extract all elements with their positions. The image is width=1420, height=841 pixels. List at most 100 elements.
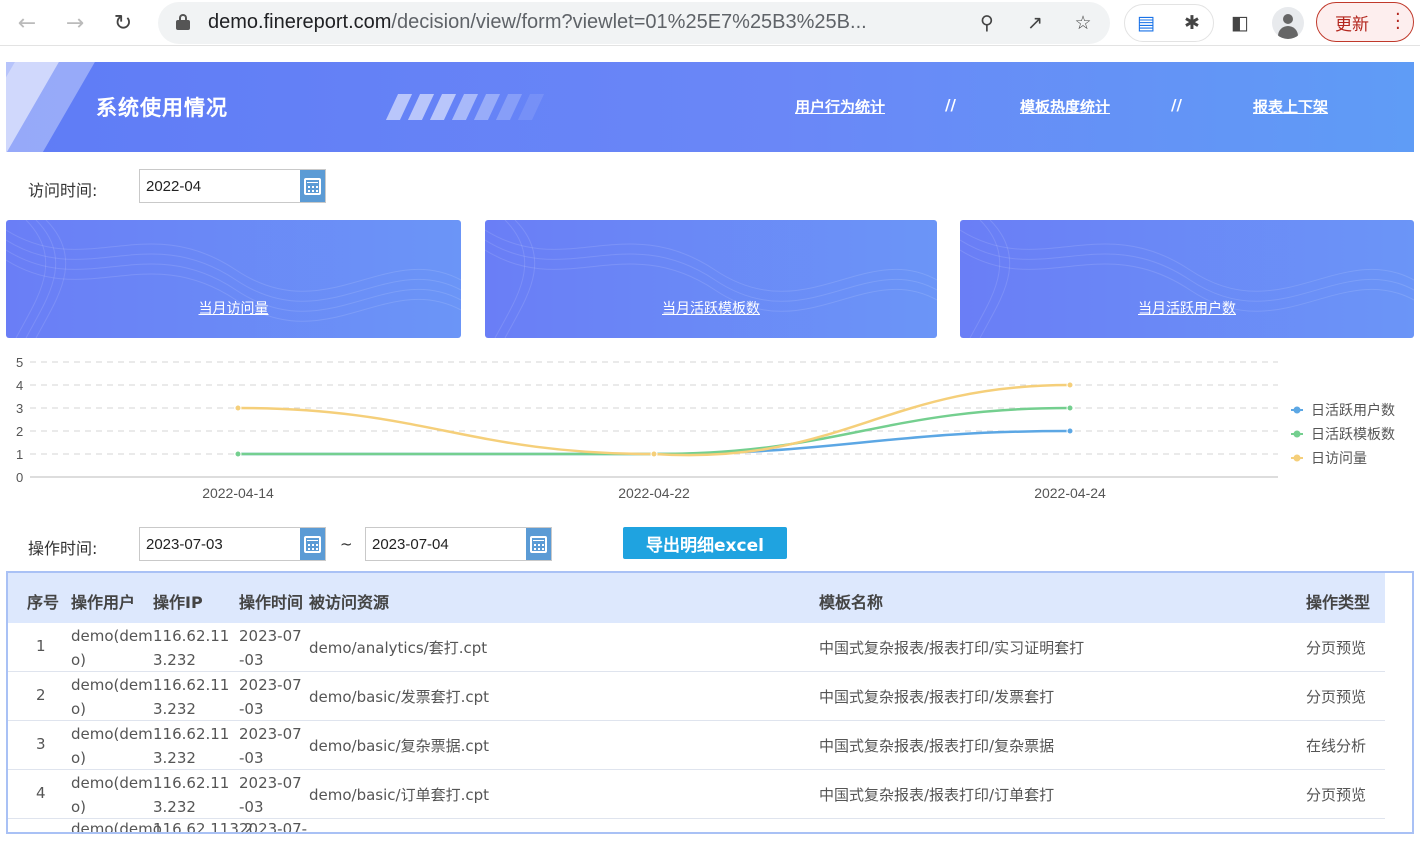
browser-toolbar: ← → ↻ demo.finereport.com/decision/view/… xyxy=(0,0,1420,46)
table-row[interactable]: 3 demo(demo) 116.62.113.232 2023-07-03 d… xyxy=(8,721,1387,770)
monthly-active-templates-label[interactable]: 当月活跃模板数 xyxy=(485,298,937,318)
monthly-active-users-card[interactable]: 当月活跃用户数 xyxy=(960,220,1414,338)
y-tick-label: 5 xyxy=(16,355,23,370)
data-point xyxy=(1066,381,1074,389)
cell-no: 2 xyxy=(36,686,46,704)
nav-separator: // xyxy=(945,96,956,114)
table-row[interactable]: 1 demo(demo) 116.62.113.232 2023-07-03 d… xyxy=(8,623,1387,672)
cell-ip: 116.62.113.232 xyxy=(153,627,230,669)
url-text[interactable]: demo.finereport.com/decision/view/form?v… xyxy=(208,11,867,34)
cell-time: 2023-07-03 xyxy=(239,627,302,669)
operation-log-table: 序号 操作用户 操作IP 操作时间 被访问资源 模板名称 操作类型 1 demo… xyxy=(6,571,1414,834)
header-ip: 操作IP xyxy=(153,593,203,612)
table-row-partial[interactable]: demo(demo 116.62.113.2 2023-07- xyxy=(8,819,1387,834)
visit-month-value[interactable]: 2022-04 xyxy=(146,178,201,195)
legend-label: 日活跃用户数 xyxy=(1311,402,1395,419)
y-tick-label: 0 xyxy=(16,470,23,485)
data-point xyxy=(234,450,242,458)
nav-separator: // xyxy=(1171,96,1182,114)
series-line xyxy=(237,383,1071,457)
cell-user: demo(demo xyxy=(71,820,162,834)
end-date-value[interactable]: 2023-07-04 xyxy=(372,536,449,553)
calendar-icon[interactable] xyxy=(526,528,551,560)
header-banner: 系统使用情况 用户行为统计 // 模板热度统计 // 报表上下架 xyxy=(6,62,1414,152)
cell-resource: demo/basic/复杂票据.cpt xyxy=(309,737,490,755)
cell-resource: demo/analytics/套打.cpt xyxy=(309,639,488,657)
cell-ip: 116.62.113.232 xyxy=(153,725,230,767)
y-tick-label: 1 xyxy=(16,447,23,462)
table-row[interactable]: 4 demo(demo) 116.62.113.232 2023-07-03 d… xyxy=(8,770,1387,819)
header-type: 操作类型 xyxy=(1306,593,1371,612)
extensions-group: ▤ ✱ xyxy=(1124,4,1214,42)
header-no: 序号 xyxy=(27,593,60,612)
banner-decoration-2 xyxy=(6,62,101,152)
end-date-picker[interactable]: 2023-07-04 xyxy=(365,527,552,561)
monthly-active-templates-card[interactable]: 当月活跃模板数 xyxy=(485,220,937,338)
cell-user: demo(demo) xyxy=(71,774,153,816)
cell-time: 2023-07- xyxy=(239,820,308,834)
card-wave-decoration xyxy=(960,220,1414,338)
nav-link-template-heat[interactable]: 模板热度统计 xyxy=(1020,96,1110,117)
nav-link-report-shelf[interactable]: 报表上下架 xyxy=(1253,96,1328,117)
cell-template: 中国式复杂报表/报表打印/订单套打 xyxy=(819,786,1055,804)
table-scrollbar[interactable] xyxy=(1385,573,1412,832)
date-range-separator: ~ xyxy=(340,535,353,553)
calendar-icon[interactable] xyxy=(300,528,325,560)
reload-icon[interactable]: ↻ xyxy=(106,6,140,40)
table-row[interactable]: 2 demo(demo) 116.62.113.232 2023-07-03 d… xyxy=(8,672,1387,721)
cell-type: 在线分析 xyxy=(1306,737,1367,755)
nav-link-user-behavior[interactable]: 用户行为统计 xyxy=(795,96,885,117)
puzzle-extensions-icon[interactable]: ✱ xyxy=(1175,6,1209,40)
cell-type: 分页预览 xyxy=(1306,688,1367,706)
cell-user: demo(demo) xyxy=(71,627,153,669)
cell-type: 分页预览 xyxy=(1306,639,1367,657)
report-page: 系统使用情况 用户行为统计 // 模板热度统计 // 报表上下架 访问时间: 2… xyxy=(0,47,1420,841)
back-arrow-icon[interactable]: ← xyxy=(10,6,44,40)
share-icon[interactable]: ↗ xyxy=(1022,10,1048,36)
monthly-visits-card[interactable]: 当月访问量 xyxy=(6,220,461,338)
card-wave-decoration xyxy=(485,220,937,338)
header-template: 模板名称 xyxy=(819,593,884,612)
lock-icon[interactable] xyxy=(176,14,190,30)
data-point xyxy=(1066,427,1074,435)
cell-time: 2023-07-03 xyxy=(239,774,302,816)
monthly-visits-label[interactable]: 当月访问量 xyxy=(6,298,461,318)
legend-marker-dot xyxy=(1293,454,1301,462)
cell-resource: demo/basic/订单套打.cpt xyxy=(309,786,490,804)
cell-time: 2023-07-03 xyxy=(239,725,302,767)
calendar-icon[interactable] xyxy=(300,170,325,202)
start-date-picker[interactable]: 2023-07-03 xyxy=(139,527,326,561)
cell-time: 2023-07-03 xyxy=(239,676,302,718)
x-tick-label: 2022-04-22 xyxy=(618,485,690,501)
zoom-icon[interactable]: ⚲ xyxy=(974,10,1000,36)
legend-label: 日访问量 xyxy=(1311,451,1367,467)
y-tick-label: 2 xyxy=(16,424,23,439)
cell-no: 4 xyxy=(36,784,46,802)
cell-resource: demo/basic/发票套打.cpt xyxy=(309,688,490,706)
header-user: 操作用户 xyxy=(71,593,136,612)
url-host: demo.finereport.com xyxy=(208,11,392,33)
cell-user: demo(demo) xyxy=(71,676,153,718)
cell-no: 3 xyxy=(36,735,46,753)
table-header: 序号 操作用户 操作IP 操作时间 被访问资源 模板名称 操作类型 xyxy=(8,573,1387,623)
operation-time-label: 操作时间: xyxy=(28,539,98,558)
visit-month-picker[interactable]: 2022-04 xyxy=(139,169,326,203)
bookmark-star-icon[interactable]: ☆ xyxy=(1070,10,1096,36)
start-date-value[interactable]: 2023-07-03 xyxy=(146,536,223,553)
update-button[interactable]: 更新 · · · xyxy=(1316,2,1414,42)
data-point xyxy=(1066,404,1074,412)
side-panel-icon[interactable]: ◧ xyxy=(1223,6,1257,40)
daily-activity-line-chart: 0 1 2 3 4 5 2022-04-14 2022-04-22 2022-04-24 日活跃用… xyxy=(16,355,1395,501)
forward-arrow-icon[interactable]: → xyxy=(58,6,92,40)
x-tick-label: 2022-04-14 xyxy=(202,485,274,501)
profile-avatar[interactable] xyxy=(1272,7,1304,39)
header-resource: 被访问资源 xyxy=(309,593,390,612)
data-point xyxy=(650,450,658,458)
data-point xyxy=(234,404,242,412)
more-vert-icon[interactable]: · · · xyxy=(1395,6,1401,38)
cell-ip: 116.62.113.232 xyxy=(153,676,230,718)
address-bar[interactable]: demo.finereport.com/decision/view/form?v… xyxy=(158,2,1110,44)
export-excel-button[interactable]: 导出明细excel xyxy=(623,527,787,559)
document-extension-icon[interactable]: ▤ xyxy=(1129,6,1163,40)
monthly-active-users-label[interactable]: 当月活跃用户数 xyxy=(960,298,1414,318)
